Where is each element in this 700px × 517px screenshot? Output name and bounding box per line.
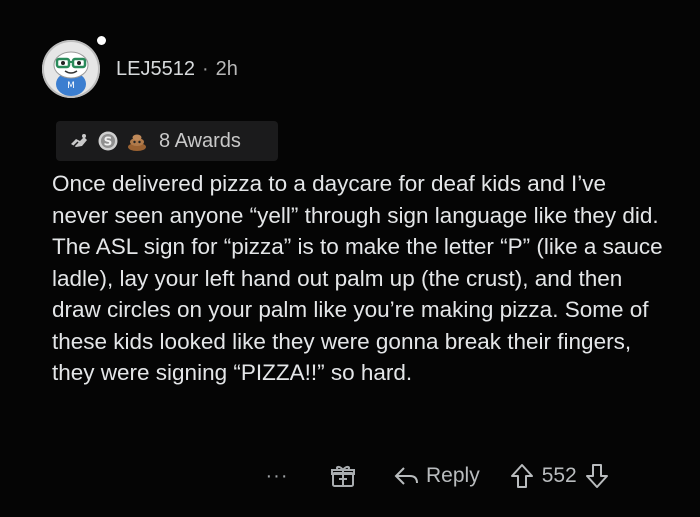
give-award-button[interactable] <box>330 463 356 489</box>
comment-card: M LEJ5512 · 2h S 8 Awards Once delivered… <box>0 0 700 517</box>
vote-score: 552 <box>541 464 577 487</box>
comment-meta: LEJ5512 · 2h <box>116 58 238 81</box>
silver-award-icon: S <box>98 131 118 151</box>
downvote-icon[interactable] <box>585 463 609 489</box>
awards-count: 8 Awards <box>159 129 241 152</box>
comment-body: Once delivered pizza to a daycare for de… <box>52 171 663 385</box>
timestamp[interactable]: 2h <box>216 58 238 81</box>
comment-actions: ··· Reply 552 <box>262 458 609 494</box>
reply-arrow-icon <box>394 467 418 485</box>
more-options-button[interactable]: ··· <box>262 465 292 488</box>
avatar[interactable]: M <box>42 36 106 98</box>
reply-button[interactable]: Reply <box>394 464 480 488</box>
meta-separator: · <box>201 57 209 80</box>
svg-text:M: M <box>67 81 75 91</box>
helping-hand-award-icon <box>71 134 87 148</box>
comment-header: M LEJ5512 · 2h <box>42 36 238 98</box>
upvote-icon[interactable] <box>510 463 534 489</box>
vote-controls: 552 <box>510 463 609 489</box>
reply-label: Reply <box>426 464 480 487</box>
snoo-avatar-icon: M <box>53 51 89 96</box>
svg-text:S: S <box>104 135 113 149</box>
author-name[interactable]: LEJ5512 <box>116 58 195 81</box>
awards-bar[interactable]: S 8 Awards <box>56 121 278 161</box>
poo-award-icon <box>128 134 146 151</box>
